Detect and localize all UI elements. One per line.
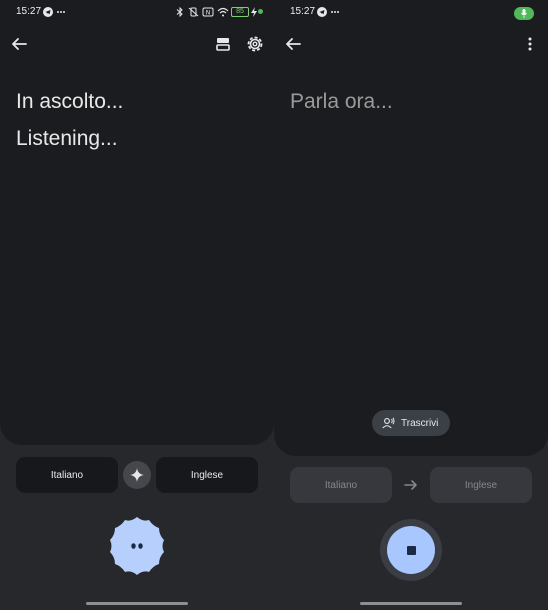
transcript-card (274, 0, 548, 456)
telegram-icon (317, 7, 327, 17)
more-vert-icon (528, 37, 532, 51)
camera-in-use-dot-icon (258, 9, 263, 14)
transcribe-label: Trascrivi (401, 417, 439, 429)
more-notifications-icon (331, 11, 339, 13)
status-bar: 15:27 N 85 (0, 0, 274, 24)
telegram-icon (43, 7, 53, 17)
target-language-button[interactable]: Inglese (156, 457, 258, 493)
charging-icon (251, 7, 257, 17)
target-language-button[interactable]: Inglese (430, 467, 532, 503)
battery-icon: 85 (231, 7, 249, 17)
gear-icon (247, 36, 263, 52)
svg-text:N: N (206, 10, 211, 17)
voice-person-icon (382, 417, 395, 429)
swap-languages-button[interactable] (123, 461, 151, 489)
source-language-button[interactable]: Italiano (16, 457, 118, 493)
gesture-bar (86, 602, 188, 605)
stop-icon (406, 545, 416, 555)
transcript-card (0, 0, 274, 445)
source-language-button[interactable]: Italiano (290, 467, 392, 503)
mic-button[interactable] (106, 515, 168, 577)
status-bar: 15:27 (274, 0, 548, 24)
more-options-button[interactable] (518, 32, 542, 56)
wifi-icon (217, 7, 229, 17)
split-view-button[interactable] (211, 32, 235, 56)
listening-text-en: Listening... (16, 127, 118, 150)
arrow-right-icon (404, 480, 417, 490)
bluetooth-icon (176, 7, 183, 17)
arrow-left-icon (286, 38, 301, 50)
sparkle-icon (130, 468, 144, 482)
top-app-bar (0, 30, 274, 58)
gesture-bar (360, 602, 462, 605)
back-button[interactable] (281, 32, 305, 56)
top-app-bar (274, 30, 548, 58)
stop-button-inner (387, 526, 435, 574)
arrow-left-icon (12, 38, 27, 50)
vibrate-off-icon (188, 7, 199, 17)
split-screen-icon (216, 38, 230, 51)
right-screen: 15:27 Parla ora... Trascrivi Italiano In… (274, 0, 548, 610)
speak-now-text: Parla ora... (290, 90, 393, 113)
status-time: 15:27 (290, 6, 316, 17)
transcribe-chip[interactable]: Trascrivi (372, 410, 451, 436)
back-button[interactable] (7, 32, 31, 56)
nfc-icon: N (202, 7, 214, 17)
listening-text-it: In ascolto... (16, 90, 124, 113)
left-screen: 15:27 N 85 In ascolto... Listening... It… (0, 0, 274, 610)
mic-in-use-indicator (514, 7, 534, 20)
status-time: 15:27 (16, 6, 42, 17)
more-notifications-icon (57, 11, 65, 13)
settings-button[interactable] (243, 32, 267, 56)
stop-button[interactable] (380, 519, 442, 581)
scalloped-mic-icon (110, 517, 164, 575)
mic-in-use-icon (521, 9, 527, 18)
